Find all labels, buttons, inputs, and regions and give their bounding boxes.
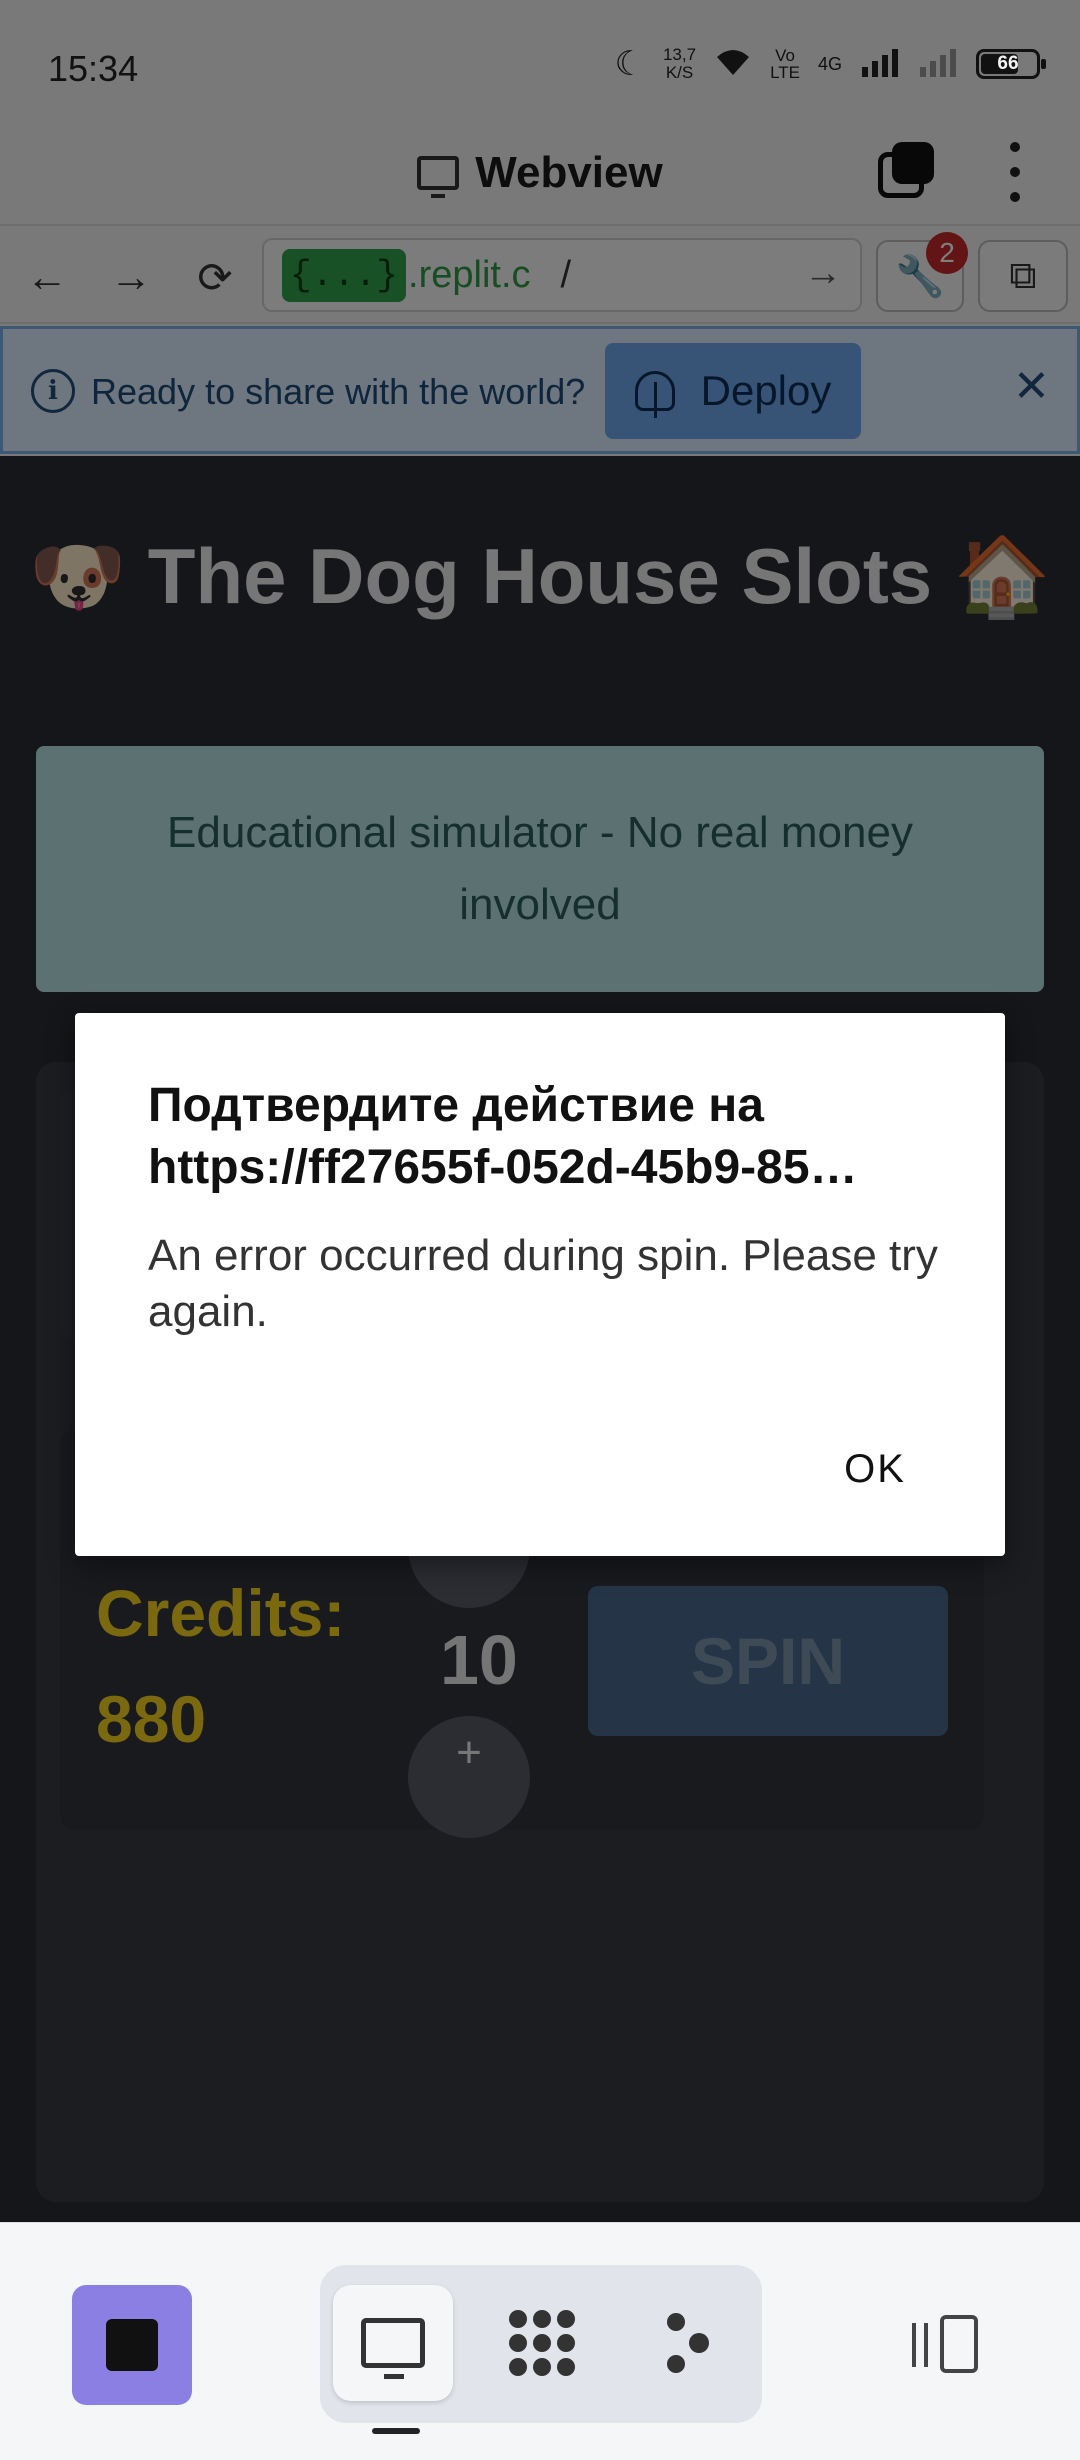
agent-tab[interactable] bbox=[630, 2285, 750, 2401]
dialog-title: Подтвердите действие на https://ff27655f… bbox=[148, 1079, 858, 1194]
alert-dialog: Подтвердите действие на https://ff27655f… bbox=[75, 1013, 1005, 1556]
grid-dots-icon bbox=[509, 2310, 575, 2376]
bottom-bar bbox=[0, 2222, 1080, 2460]
ok-button[interactable]: OK bbox=[815, 1431, 935, 1507]
dialog-message: An error occurred during spin. Please tr… bbox=[148, 1231, 938, 1336]
stop-icon bbox=[106, 2319, 158, 2371]
workspace-tab[interactable] bbox=[482, 2285, 602, 2401]
view-switcher bbox=[320, 2265, 762, 2423]
nodes-icon bbox=[663, 2313, 717, 2373]
stop-button[interactable] bbox=[72, 2285, 192, 2405]
side-panel-icon[interactable] bbox=[912, 2315, 986, 2375]
webview-tab[interactable] bbox=[333, 2285, 453, 2401]
monitor-icon bbox=[361, 2318, 425, 2379]
home-indicator bbox=[372, 2428, 420, 2434]
